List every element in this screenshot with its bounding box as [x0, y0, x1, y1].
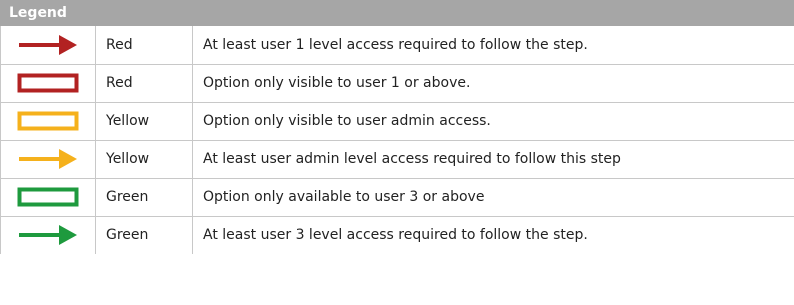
- symbol-cell: [0, 26, 96, 65]
- legend-rows: Red At least user 1 level access require…: [0, 26, 794, 254]
- symbol-cell: [0, 140, 96, 179]
- legend-table: Legend Red At least user 1 level access …: [0, 0, 794, 254]
- symbol-cell: [0, 216, 96, 254]
- legend-row: Green Option only available to user 3 or…: [0, 178, 794, 217]
- green-arrow-icon: [1, 223, 95, 247]
- yellow-box-icon: [1, 109, 95, 133]
- legend-title: Legend: [0, 0, 794, 26]
- color-label: Yellow: [95, 102, 193, 141]
- color-label: Green: [95, 178, 193, 217]
- legend-row: Yellow Option only visible to user admin…: [0, 102, 794, 141]
- description: At least user admin level access require…: [192, 140, 794, 179]
- symbol-cell: [0, 64, 96, 103]
- legend-row: Yellow At least user admin level access …: [0, 140, 794, 179]
- color-label: Yellow: [95, 140, 193, 179]
- symbol-cell: [0, 178, 96, 217]
- legend-row: Red Option only visible to user 1 or abo…: [0, 64, 794, 103]
- symbol-cell: [0, 102, 96, 141]
- color-label: Green: [95, 216, 193, 254]
- description: Option only visible to user 1 or above.: [192, 64, 794, 103]
- description: At least user 1 level access required to…: [192, 26, 794, 65]
- yellow-arrow-icon: [1, 147, 95, 171]
- red-arrow-icon: [1, 33, 95, 57]
- legend-row: Red At least user 1 level access require…: [0, 26, 794, 65]
- description: At least user 3 level access required to…: [203, 227, 588, 244]
- green-box-icon: [1, 185, 95, 209]
- color-label: Red: [95, 26, 193, 65]
- description: Option only available to user 3 or above: [192, 178, 794, 217]
- color-label: Red: [95, 64, 193, 103]
- legend-row: Green At least user 3 level access requi…: [0, 216, 794, 254]
- description: Option only visible to user admin access…: [192, 102, 794, 141]
- red-box-icon: [1, 71, 95, 95]
